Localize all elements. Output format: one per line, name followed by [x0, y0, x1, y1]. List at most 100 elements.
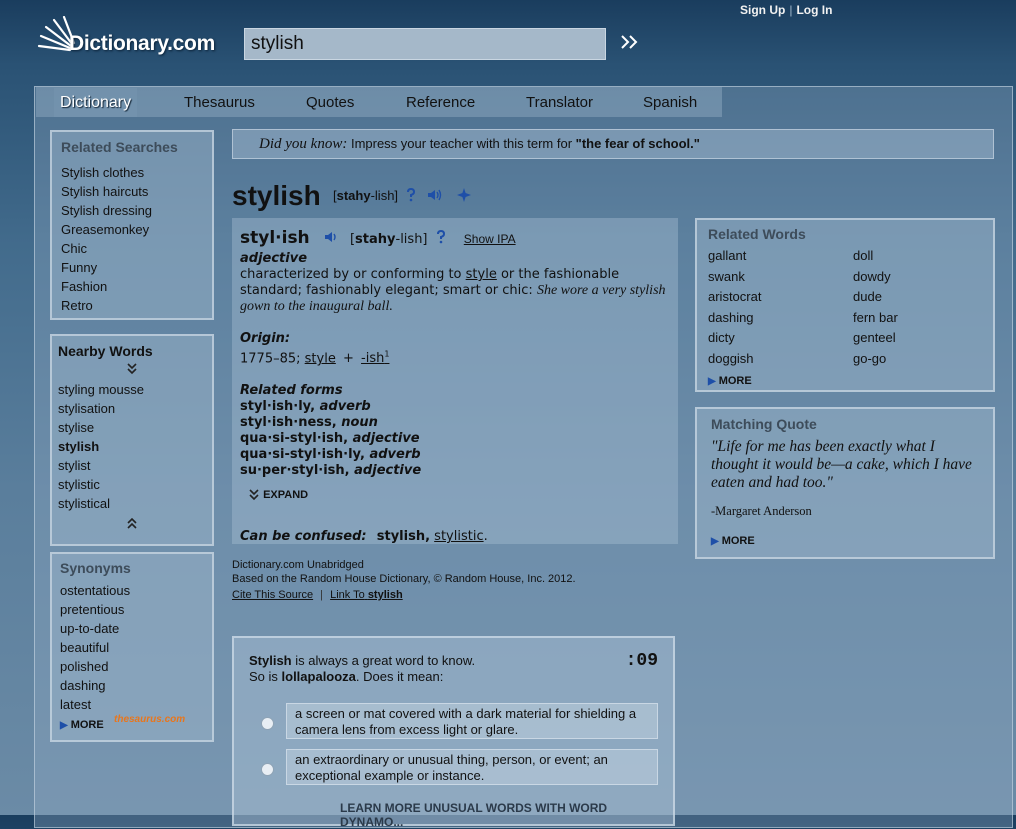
double-chevron-up-icon: [127, 517, 137, 529]
quiz-option-radio[interactable]: [261, 717, 274, 730]
audio-speaker-icon[interactable]: [324, 230, 340, 249]
synonym-item[interactable]: latest: [60, 695, 204, 714]
related-word-item[interactable]: go-go: [853, 349, 993, 370]
log-in-link[interactable]: Log In: [796, 3, 832, 17]
entry-pronunciation: [stahy-lish]: [349, 232, 428, 247]
dictionary-logo[interactable]: Dictionary.com: [36, 16, 226, 66]
did-you-know-text: Impress your teacher with this term for: [350, 136, 573, 151]
synonym-item[interactable]: up-to-date: [60, 619, 204, 638]
tab-translator[interactable]: Translator: [526, 94, 593, 111]
spark-icon[interactable]: [456, 188, 471, 205]
related-word-item[interactable]: dowdy: [853, 267, 993, 288]
nearby-word-item[interactable]: stylistic: [58, 475, 206, 494]
related-word-item[interactable]: aristocrat: [708, 287, 848, 308]
synonym-item[interactable]: dashing: [60, 676, 204, 695]
learn-more-link[interactable]: LEARN MORE UNUSUAL WORDS WITH WORD DYNAM…: [340, 801, 673, 829]
search-input[interactable]: stylish: [244, 28, 606, 60]
synonyms-more-link[interactable]: ▶ MORE: [60, 719, 104, 731]
triangle-right-icon: ▶: [711, 536, 719, 547]
related-form: qua·si-styl·ish·ly, adverb: [240, 447, 421, 463]
synonyms-box: Synonyms ostentatious pretentious up-to-…: [50, 552, 214, 742]
related-word-item[interactable]: dashing: [708, 308, 848, 329]
nearby-words-title: Nearby Words: [58, 343, 153, 359]
quiz-prompt: Stylish is always a great word to know. …: [249, 653, 476, 684]
related-word-item[interactable]: swank: [708, 267, 848, 288]
triangle-right-icon: ▶: [60, 720, 68, 731]
tab-reference[interactable]: Reference: [406, 94, 475, 111]
related-forms-label: Related forms: [240, 383, 343, 399]
origin-link-style[interactable]: style: [305, 351, 336, 366]
syllabified-word: styl·ish: [240, 228, 310, 248]
related-word-item[interactable]: doggish: [708, 349, 848, 370]
tab-quotes[interactable]: Quotes: [306, 94, 354, 111]
related-search-item[interactable]: Fashion: [61, 277, 203, 296]
definition-link-style[interactable]: style: [466, 267, 497, 282]
expand-button[interactable]: EXPAND: [248, 487, 670, 503]
nearby-word-item[interactable]: stylist: [58, 456, 206, 475]
tab-thesaurus[interactable]: Thesaurus: [184, 94, 255, 111]
search-go-button[interactable]: [620, 34, 642, 54]
related-search-item[interactable]: Chic: [61, 239, 203, 258]
origin-link-ish[interactable]: -ish1: [361, 350, 389, 366]
cite-source-link[interactable]: Cite This Source: [232, 589, 313, 601]
nearby-word-item[interactable]: stylisation: [58, 399, 206, 418]
did-you-know-label: Did you know:: [259, 136, 348, 152]
double-chevron-down-icon: [127, 363, 137, 375]
tab-spanish[interactable]: Spanish: [643, 94, 697, 111]
sign-up-link[interactable]: Sign Up: [740, 3, 785, 17]
related-word-item[interactable]: dicty: [708, 328, 848, 349]
scroll-up-button[interactable]: [58, 363, 206, 378]
related-word-item[interactable]: fern bar: [853, 308, 993, 329]
confused-link-stylistic[interactable]: stylistic: [434, 529, 483, 544]
nearby-word-item[interactable]: stylise: [58, 418, 206, 437]
nearby-word-item[interactable]: stylistical: [58, 494, 206, 513]
did-you-know-term[interactable]: "the fear of school.": [576, 136, 700, 151]
nearby-word-item[interactable]: styling mousse: [58, 380, 206, 399]
related-search-item[interactable]: Retro: [61, 296, 203, 315]
synonym-item[interactable]: ostentatious: [60, 581, 204, 600]
quiz-option[interactable]: a screen or mat covered with a dark mate…: [286, 703, 658, 739]
related-search-item[interactable]: Greasemonkey: [61, 220, 203, 239]
double-chevron-down-icon: [249, 489, 259, 501]
related-form: qua·si-styl·ish, adjective: [240, 431, 420, 447]
definition-box: styl·ish [stahy-lish] Show IPA adjective…: [232, 218, 678, 544]
page-title: stylish: [232, 180, 321, 211]
related-searches-title: Related Searches: [61, 139, 178, 155]
scroll-down-button[interactable]: [58, 517, 206, 533]
headword-pronunciation: [stahy-lish]: [333, 188, 471, 205]
quiz-option-radio[interactable]: [261, 763, 274, 776]
source-credit: Dictionary.com Unabridged Based on the R…: [232, 559, 576, 601]
quote-author[interactable]: -Margaret Anderson: [711, 504, 979, 519]
origin-text: 1775–85; style + -ish1: [240, 350, 390, 367]
related-word-item[interactable]: dude: [853, 287, 993, 308]
related-words-more-link[interactable]: ▶ MORE: [708, 375, 752, 387]
pronunciation-help-icon[interactable]: [406, 188, 416, 205]
tab-dictionary[interactable]: Dictionary: [54, 88, 138, 117]
did-you-know-banner: Did you know: Impress your teacher with …: [232, 129, 994, 159]
matching-quote-title: Matching Quote: [711, 416, 817, 432]
synonym-item[interactable]: beautiful: [60, 638, 204, 657]
synonym-item[interactable]: pretentious: [60, 600, 204, 619]
quiz-option[interactable]: an extraordinary or unusual thing, perso…: [286, 749, 658, 785]
matching-quote-more-link[interactable]: ▶ MORE: [711, 535, 755, 547]
quote-text: "Life for me has been exactly what I tho…: [711, 438, 972, 491]
divider: |: [789, 3, 793, 17]
nearby-word-current[interactable]: stylish: [58, 437, 206, 456]
pronunciation-help-icon[interactable]: [436, 229, 446, 249]
related-search-item[interactable]: Stylish clothes: [61, 163, 203, 182]
related-word-item[interactable]: genteel: [853, 328, 993, 349]
related-form: styl·ish·ly, adverb: [240, 399, 371, 415]
synonym-item[interactable]: polished: [60, 657, 204, 676]
definition-text: characterized by or conforming to style …: [240, 267, 666, 314]
link-to-link[interactable]: Link To stylish: [330, 589, 403, 601]
related-search-item[interactable]: Stylish haircuts: [61, 182, 203, 201]
audio-speaker-icon[interactable]: [427, 188, 443, 205]
show-ipa-link[interactable]: Show IPA: [464, 232, 516, 246]
related-search-item[interactable]: Stylish dressing: [61, 201, 203, 220]
related-word-item[interactable]: gallant: [708, 246, 848, 267]
related-search-item[interactable]: Funny: [61, 258, 203, 277]
related-form: su·per·styl·ish, adjective: [240, 463, 422, 479]
double-chevron-right-icon: [621, 35, 638, 49]
related-word-item[interactable]: doll: [853, 246, 993, 267]
thesaurus-logo[interactable]: thesaurus.com: [114, 714, 185, 725]
